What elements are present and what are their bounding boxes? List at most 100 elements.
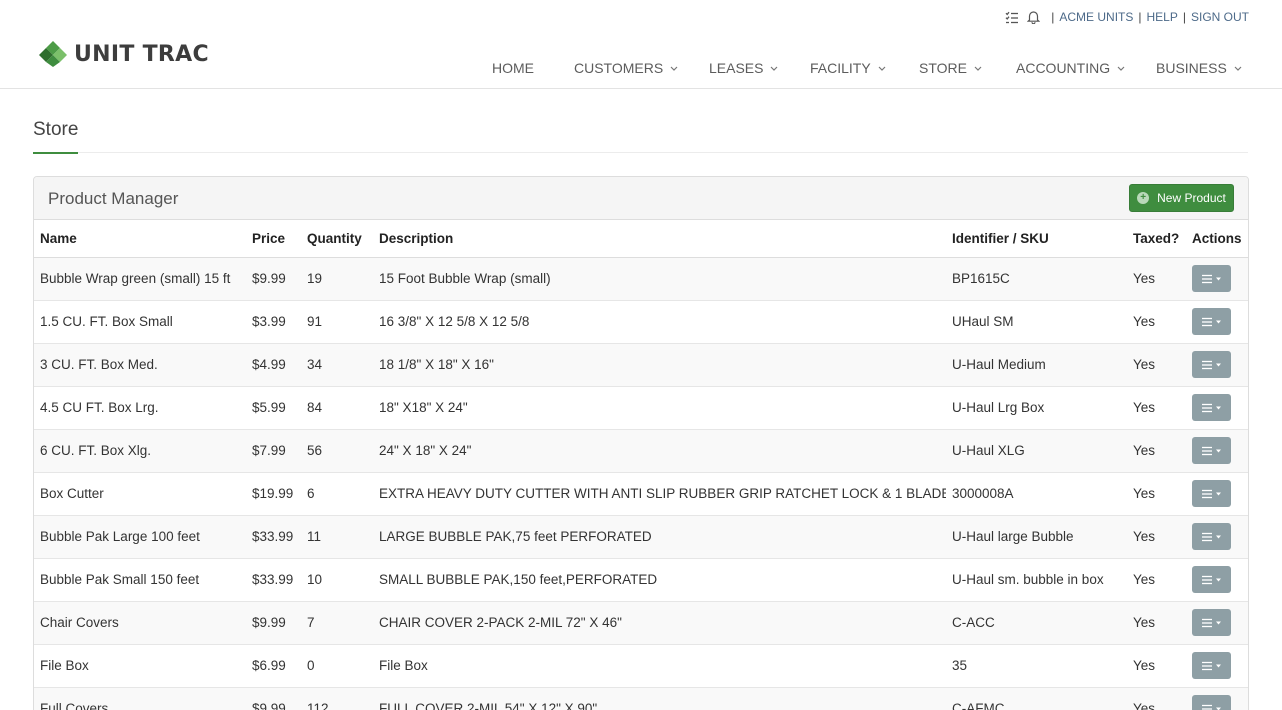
main-nav: HOME CUSTOMERS LEASES FACILITY STORE ACC… [0, 60, 1282, 80]
product-description-cell: SMALL BUBBLE PAK,150 feet,PERFORATED [373, 558, 946, 602]
product-taxed-cell: Yes [1127, 257, 1186, 301]
product-quantity-cell: 91 [301, 300, 373, 344]
product-description-cell: EXTRA HEAVY DUTY CUTTER WITH ANTI SLIP R… [373, 472, 946, 516]
product-name-cell: 4.5 CU FT. Box Lrg. [34, 386, 246, 430]
nav-leases-label: LEASES [709, 60, 764, 76]
menu-icon [1201, 360, 1221, 369]
new-product-button[interactable]: + New Product [1129, 184, 1234, 212]
chevron-down-icon [670, 66, 678, 71]
column-header-name[interactable]: Name [34, 220, 246, 258]
column-header-taxed[interactable]: Taxed? [1127, 220, 1186, 258]
nav-store[interactable]: STORE [919, 60, 982, 76]
product-price-cell: $5.99 [246, 386, 301, 430]
product-quantity-cell: 7 [301, 601, 373, 645]
product-price-cell: $19.99 [246, 472, 301, 516]
product-sku-cell: U-Haul Medium [946, 343, 1127, 387]
product-price-cell: $33.99 [246, 515, 301, 559]
product-actions-cell [1186, 300, 1248, 344]
menu-icon [1201, 575, 1221, 584]
table-row[interactable]: Box Cutter $19.99 6 EXTRA HEAVY DUTY CUT… [34, 472, 1248, 516]
row-actions-dropdown-button[interactable] [1192, 652, 1231, 679]
product-description-cell: File Box [373, 644, 946, 688]
nav-facility[interactable]: FACILITY [810, 60, 886, 76]
product-price-cell: $7.99 [246, 429, 301, 473]
product-actions-cell [1186, 429, 1248, 473]
product-taxed-cell: Yes [1127, 601, 1186, 645]
chevron-down-icon [878, 66, 886, 71]
table-row[interactable]: Bubble Pak Small 150 feet $33.99 10 SMAL… [34, 558, 1248, 602]
page-title: Store [33, 119, 79, 154]
product-price-cell: $6.99 [246, 644, 301, 688]
checklist-icon[interactable] [1004, 9, 1020, 25]
product-description-cell: LARGE BUBBLE PAK,75 feet PERFORATED [373, 515, 946, 559]
product-description-cell: 24" X 18" X 24" [373, 429, 946, 473]
menu-icon [1201, 446, 1221, 455]
account-link[interactable]: ACME UNITS [1059, 10, 1133, 24]
product-quantity-cell: 10 [301, 558, 373, 602]
product-price-cell: $9.99 [246, 687, 301, 710]
menu-icon [1201, 704, 1221, 710]
product-sku-cell: 3000008A [946, 472, 1127, 516]
product-name-cell: Box Cutter [34, 472, 246, 516]
column-header-sku[interactable]: Identifier / SKU [946, 220, 1127, 258]
table-row[interactable]: 6 CU. FT. Box Xlg. $7.99 56 24" X 18" X … [34, 429, 1248, 473]
table-row[interactable]: Bubble Pak Large 100 feet $33.99 11 LARG… [34, 515, 1248, 559]
column-header-description[interactable]: Description [373, 220, 946, 258]
product-actions-cell [1186, 515, 1248, 559]
row-actions-dropdown-button[interactable] [1192, 480, 1231, 507]
product-price-cell: $4.99 [246, 343, 301, 387]
product-description-cell: 15 Foot Bubble Wrap (small) [373, 257, 946, 301]
table-row[interactable]: Bubble Wrap green (small) 15 ft $9.99 19… [34, 257, 1248, 301]
nav-business[interactable]: BUSINESS [1156, 60, 1242, 76]
chevron-down-icon [974, 66, 982, 71]
menu-icon [1201, 403, 1221, 412]
row-actions-dropdown-button[interactable] [1192, 609, 1231, 636]
nav-home[interactable]: HOME [492, 60, 534, 76]
row-actions-dropdown-button[interactable] [1192, 394, 1231, 421]
product-taxed-cell: Yes [1127, 429, 1186, 473]
product-quantity-cell: 56 [301, 429, 373, 473]
product-price-cell: $9.99 [246, 257, 301, 301]
product-actions-cell [1186, 257, 1248, 301]
product-actions-cell [1186, 472, 1248, 516]
sign-out-link[interactable]: SIGN OUT [1191, 10, 1249, 24]
column-header-quantity[interactable]: Quantity [301, 220, 373, 258]
product-price-cell: $9.99 [246, 601, 301, 645]
row-actions-dropdown-button[interactable] [1192, 265, 1231, 292]
bell-icon[interactable] [1025, 9, 1041, 25]
product-taxed-cell: Yes [1127, 472, 1186, 516]
nav-customers[interactable]: CUSTOMERS [574, 60, 678, 76]
nav-accounting[interactable]: ACCOUNTING [1016, 60, 1125, 76]
product-name-cell: 3 CU. FT. Box Med. [34, 343, 246, 387]
product-name-cell: Bubble Pak Large 100 feet [34, 515, 246, 559]
product-sku-cell: C-AFMC [946, 687, 1127, 710]
product-sku-cell: UHaul SM [946, 300, 1127, 344]
table-row[interactable]: Chair Covers $9.99 7 CHAIR COVER 2-PACK … [34, 601, 1248, 645]
products-table: Name Price Quantity Description Identifi… [34, 220, 1248, 710]
table-row[interactable]: Full Covers $9.99 112 FULL COVER 2-MIL 5… [34, 687, 1248, 710]
row-actions-dropdown-button[interactable] [1192, 437, 1231, 464]
row-actions-dropdown-button[interactable] [1192, 566, 1231, 593]
row-actions-dropdown-button[interactable] [1192, 695, 1231, 710]
table-row[interactable]: File Box $6.99 0 File Box 35 Yes [34, 644, 1248, 688]
product-name-cell: 6 CU. FT. Box Xlg. [34, 429, 246, 473]
menu-icon [1201, 489, 1221, 498]
product-taxed-cell: Yes [1127, 687, 1186, 710]
nav-home-label: HOME [492, 60, 534, 76]
product-taxed-cell: Yes [1127, 300, 1186, 344]
product-sku-cell: U-Haul large Bubble [946, 515, 1127, 559]
nav-leases[interactable]: LEASES [709, 60, 778, 76]
table-row[interactable]: 1.5 CU. FT. Box Small $3.99 91 16 3/8" X… [34, 300, 1248, 344]
product-description-cell: 18" X18" X 24" [373, 386, 946, 430]
row-actions-dropdown-button[interactable] [1192, 523, 1231, 550]
utility-bar: | ACME UNITS | HELP | SIGN OUT [1004, 9, 1249, 25]
utility-separator: | [1051, 10, 1055, 24]
menu-icon [1201, 532, 1221, 541]
row-actions-dropdown-button[interactable] [1192, 351, 1231, 378]
row-actions-dropdown-button[interactable] [1192, 308, 1231, 335]
help-link[interactable]: HELP [1147, 10, 1178, 24]
table-row[interactable]: 4.5 CU FT. Box Lrg. $5.99 84 18" X18" X … [34, 386, 1248, 430]
column-header-price[interactable]: Price [246, 220, 301, 258]
page-title-bar: Store [33, 119, 1248, 154]
table-row[interactable]: 3 CU. FT. Box Med. $4.99 34 18 1/8" X 18… [34, 343, 1248, 387]
